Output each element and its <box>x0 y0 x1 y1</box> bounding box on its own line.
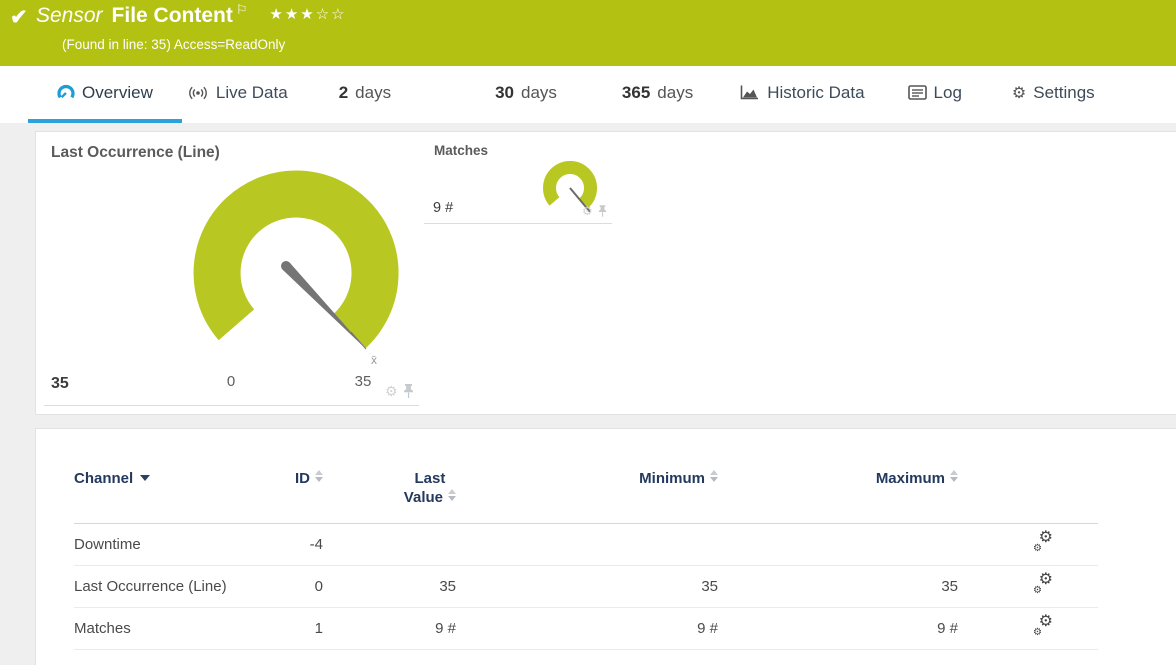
channel-minimum: 35 <box>456 565 718 608</box>
channel-maximum: 35 <box>718 565 958 608</box>
channel-last-value: 9 # <box>323 607 456 650</box>
channel-name[interactable]: Downtime <box>74 523 281 566</box>
tab-30-days-label: days <box>521 82 557 102</box>
flag-icon[interactable]: ⚐ <box>236 2 248 17</box>
sensor-header: ✔ Sensor File Content ⚐ ★★★☆☆ (Found in li… <box>0 0 1176 66</box>
area-chart-icon <box>740 85 759 100</box>
channel-last-value <box>323 523 456 566</box>
sort-caret-icon <box>140 475 151 481</box>
sort-icon <box>448 489 456 501</box>
tab-log[interactable]: Log <box>907 66 962 123</box>
channel-maximum: 9 # <box>718 607 958 650</box>
channels-panel: Channel ID Last Value Minimum Maximum Do… <box>35 428 1176 665</box>
channel-name[interactable]: Matches <box>74 607 281 650</box>
priority-stars[interactable]: ★★★☆☆ <box>269 6 346 23</box>
log-list-icon <box>907 85 927 100</box>
gauge-scale-max: 35 <box>355 373 372 390</box>
sort-icon <box>950 470 958 482</box>
column-header-actions <box>958 469 1098 524</box>
column-header-maximum[interactable]: Maximum <box>718 469 958 524</box>
tab-overview-label: Overview <box>82 82 153 102</box>
column-header-channel[interactable]: Channel <box>74 469 281 524</box>
channel-settings-icon[interactable]: ⚙ ⚙ <box>1033 530 1053 554</box>
channel-id: 1 <box>281 607 323 650</box>
prtg-sensor-page: ✔ Sensor File Content ⚐ ★★★☆☆ (Found in li… <box>0 0 1176 665</box>
channel-minimum <box>456 523 718 566</box>
tab-2-days-number: 2 <box>338 82 349 102</box>
tab-2-days[interactable]: 2 days <box>339 66 391 123</box>
tile-divider <box>44 405 419 406</box>
tab-historic-data[interactable]: Historic Data <box>739 66 865 123</box>
sensor-title: File Content <box>111 4 233 27</box>
tab-365-days-label: days <box>657 82 694 102</box>
overview-gauges-panel: Last Occurrence (Line) x̄ 0 35 35 ⚙ Matc… <box>35 131 1176 415</box>
last-occurrence-gauge: x̄ 0 35 <box>193 170 399 390</box>
channel-minimum: 9 # <box>456 607 718 650</box>
table-header-row: Channel ID Last Value Minimum Maximum <box>74 469 1098 524</box>
channel-id: -4 <box>281 523 323 566</box>
tab-live-data-label: Live Data <box>215 82 288 102</box>
table-row: Downtime -4 ⚙ ⚙ <box>74 523 1098 566</box>
sort-icon <box>315 470 323 482</box>
tab-settings-label: Settings <box>1033 82 1095 102</box>
tab-365-days[interactable]: 365 days <box>622 66 693 123</box>
table-row: Last Occurrence (Line) 0 35 35 35 ⚙ ⚙ <box>74 565 1098 608</box>
last-occurrence-value: 35 <box>51 375 69 392</box>
gauge-icon <box>57 84 75 98</box>
gauge-settings-icon[interactable]: ⚙ <box>582 205 593 217</box>
table-row: Matches 1 9 # 9 # 9 # ⚙ ⚙ <box>74 607 1098 650</box>
channels-table: Channel ID Last Value Minimum Maximum Do… <box>74 469 1098 650</box>
tab-365-days-number: 365 <box>621 82 651 102</box>
gauge-title-matches: Matches <box>434 143 489 158</box>
tab-live-data[interactable]: Live Data <box>187 66 288 123</box>
tab-30-days[interactable]: 30 days <box>495 66 557 123</box>
channel-maximum <box>718 523 958 566</box>
column-header-id[interactable]: ID <box>281 469 323 524</box>
tab-bar: Overview Live Data 2 days 30 days 365 da… <box>0 66 1176 123</box>
settings-gear-icon: ⚙ <box>1011 84 1027 102</box>
sort-icon <box>710 470 718 482</box>
channel-settings-icon[interactable]: ⚙ ⚙ <box>1033 614 1053 638</box>
channel-settings-icon[interactable]: ⚙ ⚙ <box>1033 572 1053 596</box>
channel-id: 0 <box>281 565 323 608</box>
average-marker: x̄ <box>371 353 377 367</box>
object-kind-label: Sensor <box>36 4 103 27</box>
pin-icon[interactable] <box>403 383 414 399</box>
tab-2-days-label: days <box>355 82 392 102</box>
tab-overview[interactable]: Overview <box>28 66 182 123</box>
column-header-minimum[interactable]: Minimum <box>456 469 718 524</box>
gauge-scale-min: 0 <box>227 373 235 390</box>
status-up-icon: ✔ <box>10 6 28 29</box>
broadcast-icon <box>188 86 207 99</box>
tile-divider <box>424 223 612 224</box>
sensor-status-message: (Found in line: 35) Access=ReadOnly <box>62 37 286 52</box>
gauge-settings-icon[interactable]: ⚙ <box>385 384 398 398</box>
tab-log-label: Log <box>933 82 962 102</box>
channel-name[interactable]: Last Occurrence (Line) <box>74 565 281 608</box>
tab-historic-data-label: Historic Data <box>767 82 865 102</box>
channel-last-value: 35 <box>323 565 456 608</box>
matches-value: 9 # <box>433 200 454 216</box>
column-header-last-value[interactable]: Last Value <box>323 469 456 524</box>
tab-settings[interactable]: ⚙ Settings <box>1012 66 1095 123</box>
tab-30-days-number: 30 <box>495 82 514 102</box>
pin-icon[interactable] <box>598 204 607 218</box>
